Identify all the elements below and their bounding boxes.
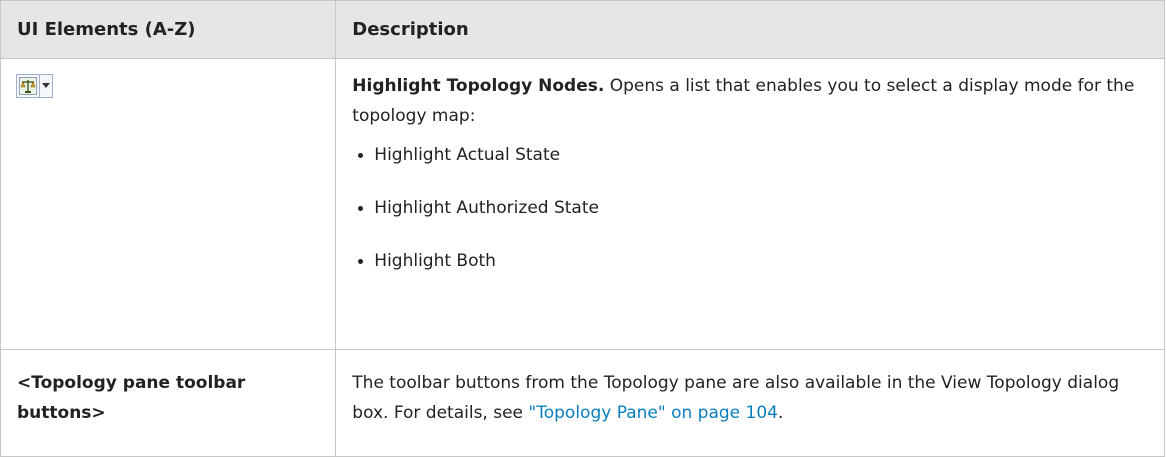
description-title: Highlight Topology Nodes. [352,76,605,96]
list-item: Highlight Actual State [352,140,1148,170]
highlight-topology-nodes-button[interactable] [16,74,53,98]
ui-element-cell: <Topology pane toolbar buttons> [0,349,337,457]
display-mode-list: Highlight Actual State Highlight Authori… [352,140,1148,276]
chevron-down-icon[interactable] [40,75,52,97]
highlight-topology-nodes-icon[interactable] [17,75,39,97]
table-header-row: UI Elements (A-Z) Description [0,0,1165,59]
element-name: <Topology pane toolbar buttons> [17,373,246,423]
list-item: Highlight Both [352,246,1148,276]
list-item-label: Highlight Both [374,251,496,271]
table-row: <Topology pane toolbar buttons> The tool… [0,349,1165,457]
list-item: Highlight Authorized State [352,193,1148,223]
bullet-icon [358,153,364,158]
list-item-label: Highlight Authorized State [374,198,599,218]
description-end: . [777,403,784,423]
description-cell: Highlight Topology Nodes. Opens a list t… [335,58,1165,350]
table-row: Highlight Topology Nodes. Opens a list t… [0,58,1165,350]
bullet-icon [358,206,364,211]
header-ui-elements: UI Elements (A-Z) [0,0,337,59]
bullet-icon [358,259,364,264]
ui-element-cell [0,58,337,350]
list-item-label: Highlight Actual State [374,145,561,165]
header-description: Description [335,0,1165,59]
description-cell: The toolbar buttons from the Topology pa… [335,349,1165,457]
topology-pane-link[interactable]: "Topology Pane" on page 104 [528,403,778,423]
description-text: Highlight Topology Nodes. Opens a list t… [352,71,1148,131]
ui-elements-table: UI Elements (A-Z) Description Highlight … [0,0,1165,457]
description-text: The toolbar buttons from the Topology pa… [336,350,1164,428]
